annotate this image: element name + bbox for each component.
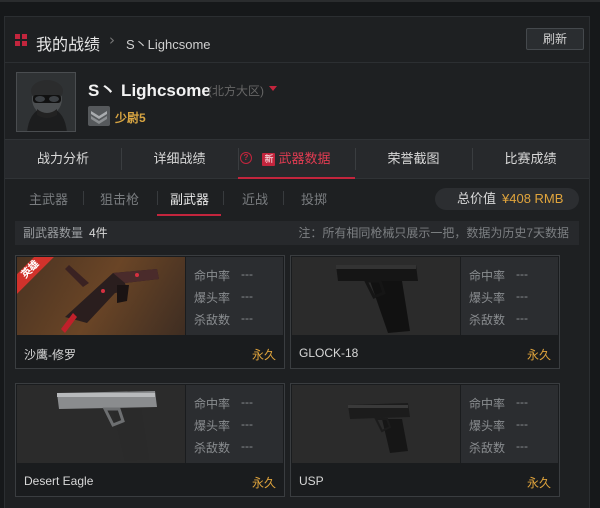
- desert-eagle-hero-icon: 英雄: [17, 257, 185, 335]
- hit-rate-value: ---: [516, 267, 528, 281]
- hit-rate-label: 命中率: [194, 397, 231, 411]
- headshot-rate-value: ---: [241, 417, 253, 431]
- weapon-stats: 命中率 --- 爆头率 --- 杀敌数 ---: [461, 257, 558, 335]
- weapon-duration: 永久: [526, 476, 551, 490]
- data-note: 注：所有相同枪械只展示一把，数据为历史7天数据: [298, 226, 569, 240]
- weapon-duration: 永久: [526, 348, 551, 362]
- avatar[interactable]: [16, 72, 76, 132]
- kills-value: ---: [516, 311, 528, 325]
- kills-label: 杀敌数: [194, 441, 231, 455]
- weapon-stats: 命中率 --- 爆头率 --- 杀敌数 ---: [186, 257, 283, 335]
- weapon-card[interactable]: 命中率 --- 爆头率 --- 杀敌数 --- GLOCK-18 永久: [290, 255, 560, 369]
- hit-rate-label: 命中率: [469, 269, 506, 283]
- kills-value: ---: [516, 439, 528, 453]
- region-dropdown-icon[interactable]: [269, 86, 277, 91]
- headshot-rate-label: 爆头率: [469, 291, 506, 305]
- weapon-name: GLOCK-18: [299, 346, 359, 360]
- tab-honor-screenshots[interactable]: 荣誉截图: [355, 140, 472, 179]
- usp-pistol-icon: [292, 385, 460, 463]
- kills-label: 杀敌数: [194, 313, 231, 327]
- weapon-name: Desert Eagle: [24, 474, 94, 488]
- grid-icon: [15, 34, 27, 46]
- kills-value: ---: [241, 311, 253, 325]
- kills-label: 杀敌数: [469, 441, 506, 455]
- tab-weapon-data-label: 武器数据: [278, 151, 331, 166]
- weapon-stats: 命中率 --- 爆头率 --- 杀敌数 ---: [186, 385, 283, 463]
- weapon-card[interactable]: 英雄 命中率 --- 爆头率 --- 杀敌数 --- 沙鹰-修罗 永久: [15, 255, 285, 369]
- active-subtab-indicator: [157, 214, 221, 216]
- headshot-rate-value: ---: [516, 289, 528, 303]
- chevron-right-icon: ›: [109, 31, 115, 49]
- weapon-name: 沙鹰-修罗: [24, 348, 76, 362]
- glock-pistol-icon: [292, 257, 460, 335]
- weapon-duration: 永久: [251, 348, 276, 362]
- total-value-amount: ¥408 RMB: [502, 191, 564, 206]
- hit-rate-label: 命中率: [469, 397, 506, 411]
- headshot-rate-label: 爆头率: [194, 291, 231, 305]
- subtab-primary[interactable]: 主武器: [29, 189, 68, 208]
- weapon-duration: 永久: [251, 476, 276, 490]
- breadcrumb-player[interactable]: S丶Lighcsome: [126, 34, 211, 53]
- headshot-rate-value: ---: [516, 417, 528, 431]
- hit-rate-value: ---: [516, 395, 528, 409]
- rank-icon: [88, 106, 110, 126]
- new-badge: 新: [262, 153, 276, 166]
- tab-detailed-record[interactable]: 详细战绩: [121, 140, 238, 179]
- subtab-secondary[interactable]: 副武器: [170, 189, 209, 208]
- total-value: 总价值 ¥408 RMB: [435, 188, 579, 210]
- info-bar: 副武器数量 4件 注：所有相同枪械只展示一把，数据为历史7天数据: [15, 221, 579, 245]
- subtab-melee[interactable]: 近战: [242, 189, 268, 208]
- player-region[interactable]: (北方大区): [208, 82, 264, 99]
- hit-rate-value: ---: [241, 267, 253, 281]
- total-value-label: 总价值: [457, 191, 497, 206]
- weapon-category-tabs: 主武器 狙击枪 副武器 近战 投掷 总价值 ¥408 RMB: [5, 179, 589, 217]
- headshot-rate-label: 爆头率: [469, 419, 506, 433]
- tab-power-analysis[interactable]: 战力分析: [5, 140, 121, 179]
- subtab-sniper[interactable]: 狙击枪: [100, 189, 139, 208]
- subtab-throwable[interactable]: 投掷: [301, 189, 327, 208]
- player-name: S丶 Lighcsome: [88, 81, 211, 100]
- weapon-card[interactable]: 命中率 --- 爆头率 --- 杀敌数 --- Desert Eagle 永久: [15, 383, 285, 497]
- main-tabs: 战力分析 详细战绩 新武器数据 荣誉截图 比赛成绩: [5, 139, 589, 179]
- profile-section: S丶 Lighcsome (北方大区) 少尉5: [5, 64, 589, 142]
- hit-rate-label: 命中率: [194, 269, 231, 283]
- tab-match-results[interactable]: 比赛成绩: [472, 140, 589, 179]
- desert-eagle-icon: [17, 385, 185, 463]
- hit-rate-value: ---: [241, 395, 253, 409]
- tab-weapon-data[interactable]: 新武器数据: [238, 140, 355, 179]
- rank-label: 少尉5: [115, 111, 146, 125]
- stats-panel: 我的战绩 › S丶Lighcsome 刷新 S丶 Lighcsome (北方大区…: [4, 16, 590, 508]
- headshot-rate-value: ---: [241, 289, 253, 303]
- header-bar: 我的战绩 › S丶Lighcsome 刷新: [5, 17, 589, 63]
- weapon-name: USP: [299, 474, 324, 488]
- kills-value: ---: [241, 439, 253, 453]
- weapon-card[interactable]: 命中率 --- 爆头率 --- 杀敌数 --- USP 永久: [290, 383, 560, 497]
- kills-label: 杀敌数: [469, 313, 506, 327]
- help-icon[interactable]: ?: [240, 152, 252, 164]
- page-title: 我的战绩: [36, 37, 101, 54]
- weapon-stats: 命中率 --- 爆头率 --- 杀敌数 ---: [461, 385, 558, 463]
- weapon-count-value: 4件: [89, 226, 108, 240]
- window-frame: 我的战绩 › S丶Lighcsome 刷新 S丶 Lighcsome (北方大区…: [0, 0, 600, 508]
- headshot-rate-label: 爆头率: [194, 419, 231, 433]
- refresh-button[interactable]: 刷新: [526, 28, 584, 50]
- weapon-count-label: 副武器数量: [23, 226, 84, 240]
